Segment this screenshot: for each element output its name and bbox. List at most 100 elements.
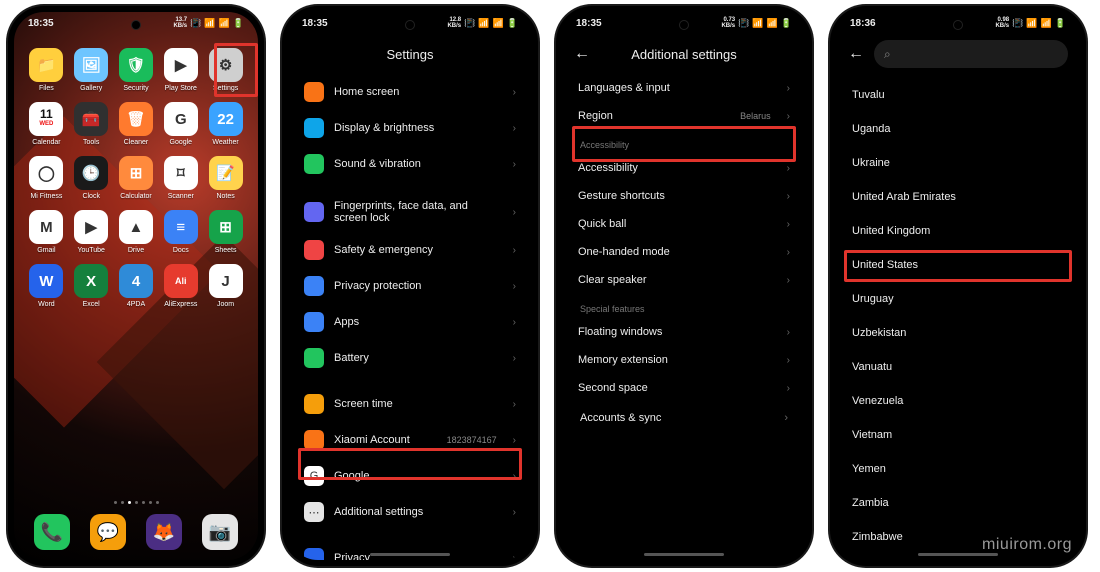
region-united-arab-emirates[interactable]: United Arab Emirates: [836, 180, 1080, 214]
app-sheets[interactable]: ⊞Sheets: [205, 210, 246, 254]
settings-row-display-brightness[interactable]: Display & brightness›: [292, 110, 528, 146]
app-label: Excel: [83, 301, 100, 308]
app-label: Play Store: [165, 85, 197, 92]
row-label: Languages & input: [578, 82, 777, 94]
app-scanner[interactable]: ⌑Scanner: [160, 156, 201, 200]
row-label: Fingerprints, face data, and screen lock: [334, 200, 503, 224]
region-uganda[interactable]: Uganda: [836, 112, 1080, 146]
app-word[interactable]: WWord: [26, 264, 67, 308]
settings-row-second-space[interactable]: Second space›: [566, 374, 802, 402]
search-icon: ⌕: [884, 47, 891, 62]
app-google[interactable]: G Google: [160, 102, 201, 146]
signal-icon: 📶: [767, 18, 778, 29]
region-vanuatu[interactable]: Vanuatu: [836, 350, 1080, 384]
chevron-right-icon: ›: [787, 327, 790, 338]
settings-row-one-handed-mode[interactable]: One-handed mode›: [566, 238, 802, 266]
row-label: Clear speaker: [578, 274, 777, 286]
app-tools[interactable]: 🧰Tools: [71, 102, 112, 146]
back-button[interactable]: ←: [574, 45, 590, 63]
row-icon: [304, 348, 324, 368]
region-ukraine[interactable]: Ukraine: [836, 146, 1080, 180]
region-uruguay[interactable]: Uruguay: [836, 282, 1080, 316]
app-cleaner[interactable]: 🗑Cleaner: [116, 102, 157, 146]
chevron-right-icon: ›: [513, 207, 516, 218]
app-play-store[interactable]: ▶Play Store: [160, 48, 201, 92]
region-vietnam[interactable]: Vietnam: [836, 418, 1080, 452]
settings-row-quick-ball[interactable]: Quick ball›: [566, 210, 802, 238]
row-icon: [304, 202, 324, 222]
phone-homescreen: 18:35 13.7 KB/s 📳 📶 📶 🔋 📁Files🖼Gallery🛡S…: [8, 6, 264, 566]
region-uzbekistan[interactable]: Uzbekistan: [836, 316, 1080, 350]
region-yemen[interactable]: Yemen: [836, 452, 1080, 486]
app-excel[interactable]: XExcel: [71, 264, 112, 308]
app-notes[interactable]: 📝Notes: [205, 156, 246, 200]
vibrate-icon: 📳: [738, 18, 749, 29]
settings-row-memory-extension[interactable]: Memory extension›: [566, 346, 802, 374]
dock-camera[interactable]: 📷: [202, 514, 238, 550]
region-tuvalu[interactable]: Tuvalu: [836, 78, 1080, 112]
settings-row-sound-vibration[interactable]: Sound & vibration›: [292, 146, 528, 182]
settings-list: Home screen›Display & brightness›Sound &…: [288, 74, 532, 560]
settings-row-privacy-protection[interactable]: Privacy protection›: [292, 268, 528, 304]
settings-row-safety-emergency[interactable]: Safety & emergency›: [292, 232, 528, 268]
notes-icon: 📝: [209, 156, 243, 190]
app-mi-fitness[interactable]: ◯Mi Fitness: [26, 156, 67, 200]
settings-row-floating-windows[interactable]: Floating windows›: [566, 318, 802, 346]
section-header[interactable]: Accounts & sync›: [566, 402, 802, 428]
settings-row-home-screen[interactable]: Home screen›: [292, 74, 528, 110]
google-icon: G: [164, 102, 198, 136]
row-icon: [304, 118, 324, 138]
row-icon: [304, 394, 324, 414]
row-label: Accessibility: [578, 162, 777, 174]
gallery-icon: 🖼: [74, 48, 108, 82]
settings-row-languages-input[interactable]: Languages & input›: [566, 74, 802, 102]
row-label: One-handed mode: [578, 246, 777, 258]
app-joom[interactable]: JJoom: [205, 264, 246, 308]
app-calendar[interactable]: 11WEDCalendar: [26, 102, 67, 146]
app-files[interactable]: 📁Files: [26, 48, 67, 92]
row-label: Quick ball: [578, 218, 777, 230]
app-label: Security: [123, 85, 148, 92]
app-drive[interactable]: ▲Drive: [116, 210, 157, 254]
app-label: Google: [170, 139, 193, 146]
settings-row-privacy[interactable]: Privacy›: [292, 540, 528, 560]
settings-row-battery[interactable]: Battery›: [292, 340, 528, 376]
app-docs[interactable]: ≡Docs: [160, 210, 201, 254]
row-label: Safety & emergency: [334, 244, 503, 256]
row-label: Gesture shortcuts: [578, 190, 777, 202]
app-label: Calculator: [120, 193, 152, 200]
region-venezuela[interactable]: Venezuela: [836, 384, 1080, 418]
settings-row-fingerprints-face-data-and-screen-lock[interactable]: Fingerprints, face data, and screen lock…: [292, 192, 528, 232]
app-clock[interactable]: 🕒Clock: [71, 156, 112, 200]
wifi-icon: 📶: [752, 18, 763, 29]
back-button[interactable]: ←: [848, 45, 864, 63]
search-input[interactable]: ⌕: [874, 40, 1068, 68]
settings-row-gesture-shortcuts[interactable]: Gesture shortcuts›: [566, 182, 802, 210]
app-gmail[interactable]: MGmail: [26, 210, 67, 254]
dock-firefox[interactable]: 🦊: [146, 514, 182, 550]
row-icon: ⋯: [304, 502, 324, 522]
settings-row-apps[interactable]: Apps›: [292, 304, 528, 340]
status-icons: 0.98 KB/s 📳 📶 📶 🔋: [995, 17, 1066, 29]
row-label: Xiaomi Account: [334, 434, 437, 446]
app-gallery[interactable]: 🖼Gallery: [71, 48, 112, 92]
app-calculator[interactable]: ⊞Calculator: [116, 156, 157, 200]
app-aliexpress[interactable]: AliAliExpress: [160, 264, 201, 308]
dock-messages[interactable]: 💬: [90, 514, 126, 550]
dock-phone[interactable]: 📞: [34, 514, 70, 550]
settings-row-screen-time[interactable]: Screen time›: [292, 386, 528, 422]
settings-row-clear-speaker[interactable]: Clear speaker›: [566, 266, 802, 294]
nav-bar-hint: [644, 553, 724, 556]
row-label: Sound & vibration: [334, 158, 503, 170]
clock-icon: 🕒: [74, 156, 108, 190]
region-zambia[interactable]: Zambia: [836, 486, 1080, 520]
app-security[interactable]: 🛡Security: [116, 48, 157, 92]
app-4pda[interactable]: 44PDA: [116, 264, 157, 308]
region-list: TuvaluUgandaUkraineUnited Arab EmiratesU…: [836, 78, 1080, 554]
region-united-kingdom[interactable]: United Kingdom: [836, 214, 1080, 248]
app-youtube[interactable]: ▶YouTube: [71, 210, 112, 254]
settings-row-additional-settings[interactable]: ⋯Additional settings›: [292, 494, 528, 530]
youtube-icon: ▶: [74, 210, 108, 244]
signal-icon: 📶: [219, 18, 230, 29]
app-weather[interactable]: 22Weather: [205, 102, 246, 146]
